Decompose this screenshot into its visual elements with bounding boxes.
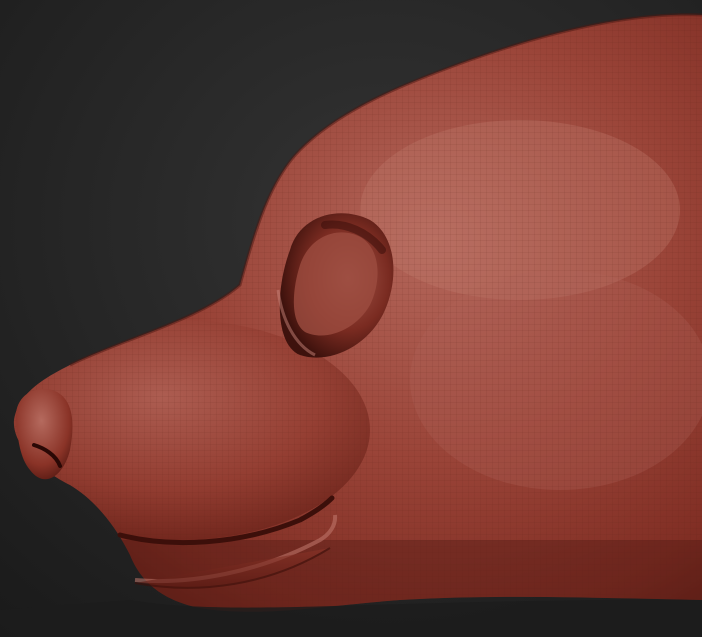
sculpt-render bbox=[0, 0, 702, 637]
3d-viewport[interactable] bbox=[0, 0, 702, 637]
